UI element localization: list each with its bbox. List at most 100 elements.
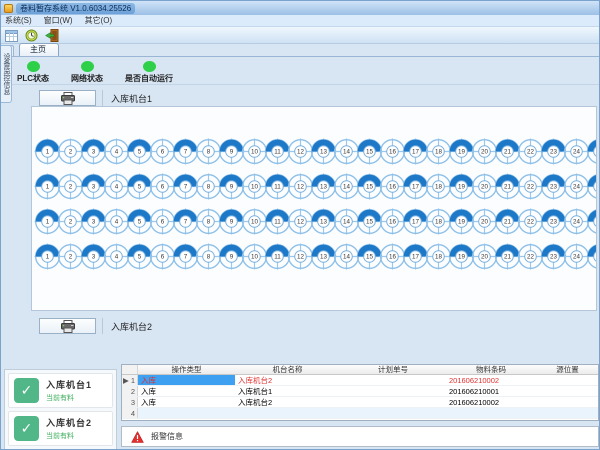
slot-2-13[interactable]: 13	[312, 173, 335, 201]
title-bar[interactable]: 卷料暂存系统 V1.0.6034.25526	[1, 1, 599, 15]
slot-2-6[interactable]: 6	[151, 173, 174, 201]
slot-1-1[interactable]: 1	[36, 138, 59, 166]
slot-2-15[interactable]: 15	[358, 173, 381, 201]
slot-1-10[interactable]: 10	[243, 138, 266, 166]
slot-2-12[interactable]: 12	[289, 173, 312, 201]
cell-r4-c4[interactable]	[536, 408, 599, 418]
slot-3-14[interactable]: 14	[335, 208, 358, 236]
slot-2-16[interactable]: 16	[381, 173, 404, 201]
slot-1-4[interactable]: 4	[105, 138, 128, 166]
slot-3-9[interactable]: 9	[220, 208, 243, 236]
cell-r2-c0[interactable]: 入库	[138, 386, 235, 396]
slot-3-18[interactable]: 18	[427, 208, 450, 236]
slot-2-2[interactable]: 2	[59, 173, 82, 201]
column-header-3[interactable]: 物料条码	[446, 365, 536, 374]
slot-1-17[interactable]: 17	[404, 138, 427, 166]
cell-r4-c0[interactable]	[138, 408, 235, 418]
slot-4-2[interactable]: 2	[59, 243, 82, 271]
slot-4-17[interactable]: 17	[404, 243, 427, 271]
slot-3-15[interactable]: 15	[358, 208, 381, 236]
slot-4-25[interactable]: 25	[588, 243, 597, 271]
slot-1-22[interactable]: 22	[519, 138, 542, 166]
cell-r3-c2[interactable]	[340, 397, 446, 407]
slot-4-11[interactable]: 11	[266, 243, 289, 271]
slot-3-24[interactable]: 24	[565, 208, 588, 236]
menu-item-0[interactable]: 系统(S)	[5, 15, 32, 26]
slot-3-25[interactable]: 25	[588, 208, 597, 236]
slot-2-18[interactable]: 18	[427, 173, 450, 201]
column-header-4[interactable]: 源位置	[536, 365, 599, 374]
slot-4-8[interactable]: 8	[197, 243, 220, 271]
slot-1-14[interactable]: 14	[335, 138, 358, 166]
column-header-1[interactable]: 机台名称	[235, 365, 340, 374]
slot-3-5[interactable]: 5	[128, 208, 151, 236]
cell-r3-c1[interactable]: 入库机台2	[235, 397, 340, 407]
slot-2-25[interactable]: 25	[588, 173, 597, 201]
cell-r4-c1[interactable]	[235, 408, 340, 418]
cell-r3-c0[interactable]: 入库	[138, 397, 235, 407]
slot-3-23[interactable]: 23	[542, 208, 565, 236]
slot-4-5[interactable]: 5	[128, 243, 151, 271]
slot-1-12[interactable]: 12	[289, 138, 312, 166]
slot-1-16[interactable]: 16	[381, 138, 404, 166]
menu-item-2[interactable]: 其它(O)	[85, 15, 113, 26]
slot-1-15[interactable]: 15	[358, 138, 381, 166]
slot-1-7[interactable]: 7	[174, 138, 197, 166]
slot-2-9[interactable]: 9	[220, 173, 243, 201]
slot-3-10[interactable]: 10	[243, 208, 266, 236]
slot-2-20[interactable]: 20	[473, 173, 496, 201]
slot-1-8[interactable]: 8	[197, 138, 220, 166]
slot-2-19[interactable]: 19	[450, 173, 473, 201]
slot-1-18[interactable]: 18	[427, 138, 450, 166]
cell-r2-c3[interactable]: 201606210001	[446, 386, 536, 396]
table-row-3[interactable]: 3入库入库机台2201606210002	[122, 397, 598, 408]
slot-1-25[interactable]: 25	[588, 138, 597, 166]
side-panel-tab[interactable]: 设备监控信息	[1, 45, 12, 103]
slot-3-21[interactable]: 21	[496, 208, 519, 236]
slot-4-9[interactable]: 9	[220, 243, 243, 271]
slot-3-6[interactable]: 6	[151, 208, 174, 236]
slot-4-6[interactable]: 6	[151, 243, 174, 271]
slot-4-23[interactable]: 23	[542, 243, 565, 271]
cell-r3-c3[interactable]: 201606210002	[446, 397, 536, 407]
slot-3-2[interactable]: 2	[59, 208, 82, 236]
menu-item-1[interactable]: 窗口(W)	[44, 15, 73, 26]
slot-4-18[interactable]: 18	[427, 243, 450, 271]
cell-r4-c3[interactable]	[446, 408, 536, 418]
slot-1-6[interactable]: 6	[151, 138, 174, 166]
cell-r4-c2[interactable]	[340, 408, 446, 418]
slot-2-23[interactable]: 23	[542, 173, 565, 201]
slot-4-22[interactable]: 22	[519, 243, 542, 271]
exit-icon[interactable]	[44, 28, 59, 42]
column-header-2[interactable]: 计划单号	[340, 365, 446, 374]
slot-2-8[interactable]: 8	[197, 173, 220, 201]
slot-2-10[interactable]: 10	[243, 173, 266, 201]
operations-table[interactable]: 操作类型机台名称计划单号物料条码源位置▶ 1入库入库机台220160621000…	[121, 364, 599, 421]
slot-4-24[interactable]: 24	[565, 243, 588, 271]
slot-1-24[interactable]: 24	[565, 138, 588, 166]
slot-4-1[interactable]: 1	[36, 243, 59, 271]
slot-3-8[interactable]: 8	[197, 208, 220, 236]
table-row-4[interactable]: 4	[122, 408, 598, 419]
cell-r2-c1[interactable]: 入库机台1	[235, 386, 340, 396]
slot-4-19[interactable]: 19	[450, 243, 473, 271]
cell-r1-c2[interactable]	[340, 375, 446, 385]
cell-r1-c3[interactable]: 201606210002	[446, 375, 536, 385]
calendar-icon[interactable]	[4, 28, 19, 42]
table-row-1[interactable]: ▶ 1入库入库机台2201606210002	[122, 375, 598, 386]
slot-4-12[interactable]: 12	[289, 243, 312, 271]
slot-4-4[interactable]: 4	[105, 243, 128, 271]
print-station2-button[interactable]	[39, 318, 96, 334]
slot-1-13[interactable]: 13	[312, 138, 335, 166]
cell-r1-c4[interactable]	[536, 375, 599, 385]
slot-4-3[interactable]: 3	[82, 243, 105, 271]
slot-2-4[interactable]: 4	[105, 173, 128, 201]
slot-2-21[interactable]: 21	[496, 173, 519, 201]
tab-home[interactable]: 主页	[19, 43, 59, 56]
slot-4-10[interactable]: 10	[243, 243, 266, 271]
slot-4-15[interactable]: 15	[358, 243, 381, 271]
clock-icon[interactable]	[24, 28, 39, 42]
slot-2-7[interactable]: 7	[174, 173, 197, 201]
cell-r2-c4[interactable]	[536, 386, 599, 396]
slot-2-3[interactable]: 3	[82, 173, 105, 201]
